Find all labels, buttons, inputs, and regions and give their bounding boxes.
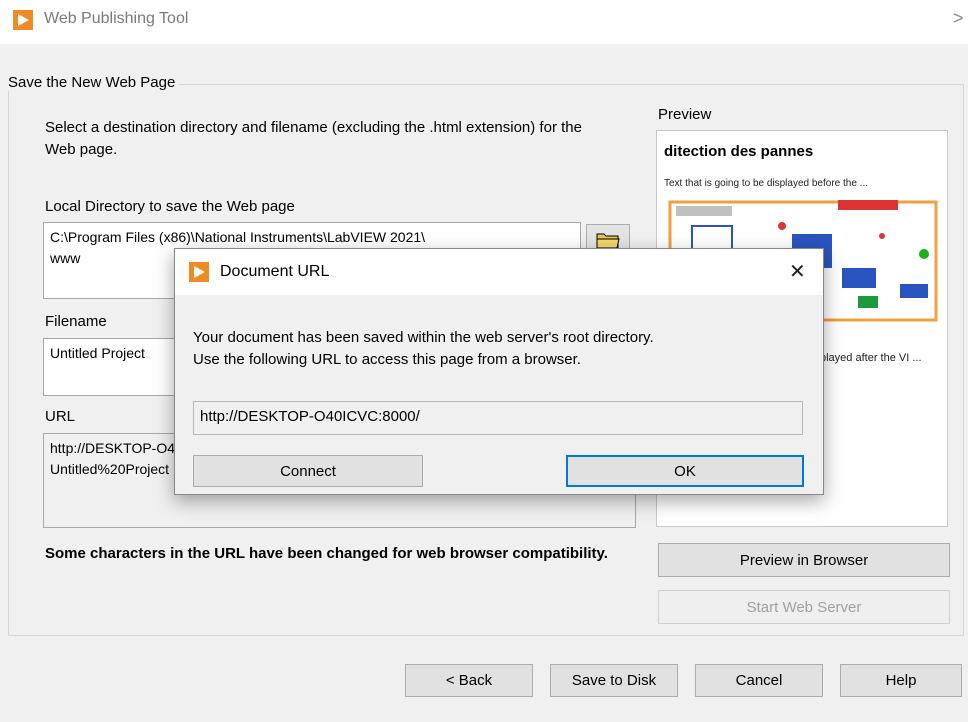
labview-app-icon bbox=[13, 10, 33, 30]
ok-button[interactable]: OK bbox=[566, 455, 804, 487]
groupbox-legend: Save the New Web Page bbox=[8, 74, 180, 91]
instructions-text: Select a destination directory and filen… bbox=[45, 119, 582, 158]
dialog-url-field[interactable]: http://DESKTOP-O40ICVC:8000/ bbox=[193, 401, 803, 435]
window-titlebar: Web Publishing Tool > bbox=[0, 0, 968, 44]
window-close-icon[interactable]: > bbox=[953, 8, 964, 29]
save-to-disk-button[interactable]: Save to Disk bbox=[550, 664, 678, 697]
dialog-title: Document URL bbox=[220, 263, 330, 280]
url-label: URL bbox=[45, 408, 76, 425]
url-changed-note: Some characters in the URL have been cha… bbox=[45, 545, 608, 562]
filename-label: Filename bbox=[45, 313, 107, 330]
start-web-server-button[interactable]: Start Web Server bbox=[658, 590, 950, 624]
dialog-close-icon[interactable]: ✕ bbox=[789, 259, 806, 284]
dialog-message: Your document has been saved within the … bbox=[193, 327, 803, 371]
preview-text-after: played after the VI ... bbox=[820, 352, 922, 364]
local-directory-label: Local Directory to save the Web page bbox=[45, 198, 295, 215]
document-url-dialog: Document URL ✕ Your document has been sa… bbox=[174, 248, 824, 495]
cancel-button[interactable]: Cancel bbox=[695, 664, 823, 697]
labview-app-icon bbox=[189, 262, 209, 282]
connect-button[interactable]: Connect bbox=[193, 455, 423, 487]
back-button[interactable]: < Back bbox=[405, 664, 533, 697]
folder-icon bbox=[596, 233, 620, 249]
preview-in-browser-button[interactable]: Preview in Browser bbox=[658, 543, 950, 577]
dialog-message-line2: Use the following URL to access this pag… bbox=[193, 351, 581, 368]
preview-label: Preview bbox=[658, 106, 712, 123]
window-title: Web Publishing Tool bbox=[44, 10, 189, 27]
dialog-message-line1: Your document has been saved within the … bbox=[193, 329, 654, 346]
dialog-titlebar: Document URL ✕ bbox=[175, 249, 823, 295]
preview-page-title: ditection des pannes bbox=[664, 143, 814, 160]
preview-text-before: Text that is going to be displayed befor… bbox=[664, 178, 869, 189]
help-button[interactable]: Help bbox=[840, 664, 962, 697]
